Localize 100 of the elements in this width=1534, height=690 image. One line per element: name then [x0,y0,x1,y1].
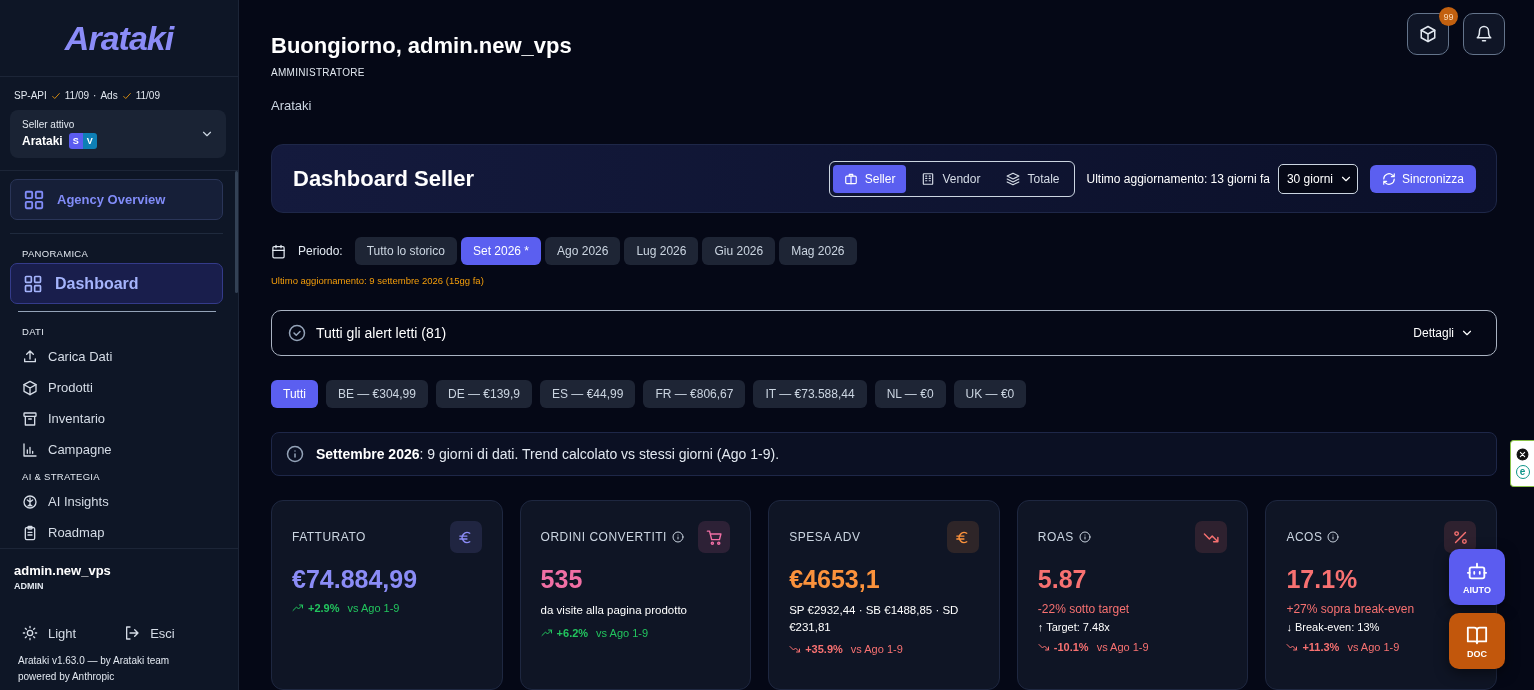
nav-item[interactable]: Prodotti [0,372,238,403]
nav-item[interactable]: Inventario [0,403,238,434]
kpi-compare: vs Ago 1-9 [347,602,400,614]
trend-up-icon [292,602,304,614]
refresh-icon [1381,171,1396,186]
box-icon [22,379,38,396]
market-chip[interactable]: IT — €73.588,44 [753,379,867,408]
section-title: DATI [21,325,46,339]
grid-icon [23,273,43,294]
section-title: PANORAMICA [21,247,90,261]
bar-chart-icon [22,441,38,458]
upload-icon [22,348,38,365]
market-chip[interactable]: FR — €806,67 [643,379,746,408]
kpi-note: +27% sopra break-even [1286,602,1416,616]
help-button[interactable]: AIUTO [1449,549,1505,605]
alerts-text: Tutti gli alert letti (81) [316,325,448,341]
count-badge: 99 [1439,7,1458,26]
footer-text: Arataki v1.63.0 — by Arataki team [18,655,171,666]
kpi-value: 535 [540,565,584,594]
sync-label: SP-API [14,90,47,101]
kpi-note: -22% sotto target [1037,602,1131,616]
nav-item[interactable]: AI Insights [0,486,238,517]
logo: Arataki [64,18,174,58]
sync-date: 11/09 [135,90,160,101]
account-name: Arataki [271,98,313,113]
period-chip[interactable]: Giu 2026 [702,237,776,266]
info-icon [1078,531,1091,543]
sync-button[interactable]: Sincronizza [1369,164,1476,193]
agency-overview-button[interactable]: Agency Overview [10,179,223,220]
market-chip[interactable]: BE — €304,99 [325,379,428,408]
trend-down-icon [1037,641,1050,653]
mode-tab[interactable]: Totale [995,164,1071,193]
user-role: AMMINISTRATORE [271,67,366,78]
trend-up-icon [540,626,553,639]
calendar-icon [271,243,286,259]
user-name: admin.new_vps [14,563,112,578]
clipboard-icon [22,524,38,541]
cart-icon [705,528,723,546]
mode-tab[interactable]: Seller [832,164,907,193]
last-update-text: Ultimo aggiornamento: 13 giorni fa [1086,171,1270,186]
market-chip[interactable]: ES — €44,99 [540,379,636,408]
kpi-description: da visite alla pagina prodotto [540,603,688,618]
details-button[interactable]: Dettagli [1407,325,1480,341]
kpi-detail: ↓ Break-even: 13% [1286,621,1381,633]
info-icon [1327,531,1340,543]
kpi-label: SPESA ADV [789,530,861,544]
info-icon [671,531,684,543]
notifications-button[interactable] [1463,13,1505,55]
footer-text: powered by Anthropic [18,671,116,682]
kpi-change: +2.9% [308,602,340,614]
nav-item[interactable]: Carica Dati [0,341,238,372]
close-button[interactable] [1516,448,1529,461]
period-chip[interactable]: Mag 2026 [779,237,857,266]
market-chip[interactable]: DE — €139,9 [435,379,532,408]
nav-item[interactable]: Roadmap [0,517,238,548]
kpi-change: +11.3% [1302,641,1340,653]
docs-button[interactable]: DOC [1449,613,1505,669]
market-chip[interactable]: NL — €0 [874,379,946,408]
info-icon [286,444,304,463]
dashboard-title: Dashboard Seller [293,165,475,192]
kpi-label: ORDINI CONVERTITI [540,530,667,544]
theme-button[interactable]: Light [22,625,77,641]
period-chip[interactable]: Set 2026 * [460,237,541,266]
period-label: Periodo: [298,244,343,259]
kpi-compare: vs Ago 1-9 [850,643,903,656]
kpi-description: SP €2932,44 · SB €1488,85 · SD €231,81 [789,603,960,635]
bell-icon [1475,25,1493,43]
layers-icon [1006,171,1021,186]
building-icon [921,171,936,186]
kpi-value: €4653,1 [789,565,881,594]
market-chip[interactable]: Tutti [271,379,318,408]
market-chip[interactable]: UK — €0 [953,379,1027,408]
section-title: AI & STRATEGIA [21,470,101,484]
kpi-label: ROAS [1037,530,1074,544]
period-chip[interactable]: Tutto lo storico [354,237,457,266]
sync-date: 11/09 [64,90,90,101]
range-select[interactable]: 30 giorni [1277,163,1358,194]
kpi-compare: vs Ago 1-9 [1347,641,1400,653]
kpi-change: +6.2% [556,626,589,639]
sun-icon [22,625,38,641]
close-icon [1516,448,1529,461]
kpi-label: FATTURATO [292,530,366,544]
separator-dot: · [93,90,97,101]
nav-item[interactable]: Campagne [0,434,238,465]
kpi-compare: vs Ago 1-9 [596,626,649,639]
kpi-change: -10.1% [1053,641,1089,653]
percent-icon [1451,528,1469,546]
nav-item[interactable]: Dashboard [10,263,223,304]
logout-button[interactable]: Esci [124,625,175,641]
kpi-value: 5.87 [1037,565,1088,594]
seller-selector[interactable]: Seller attivo Arataki S V [10,110,226,158]
sync-label: Ads [100,90,118,101]
mode-tab[interactable]: Vendor [910,164,992,193]
period-chip[interactable]: Lug 2026 [624,237,699,266]
period-chip[interactable]: Ago 2026 [545,237,621,266]
archive-box-icon [22,410,38,427]
trend-down-icon [789,643,802,656]
info-text: Settembre 2026: 9 giorni di dati. Trend calcolato vs stessi giorni (Ago 1-9). [316,445,780,462]
kpi-value: €74.884,99 [292,565,419,594]
scrollbar[interactable] [235,171,238,293]
